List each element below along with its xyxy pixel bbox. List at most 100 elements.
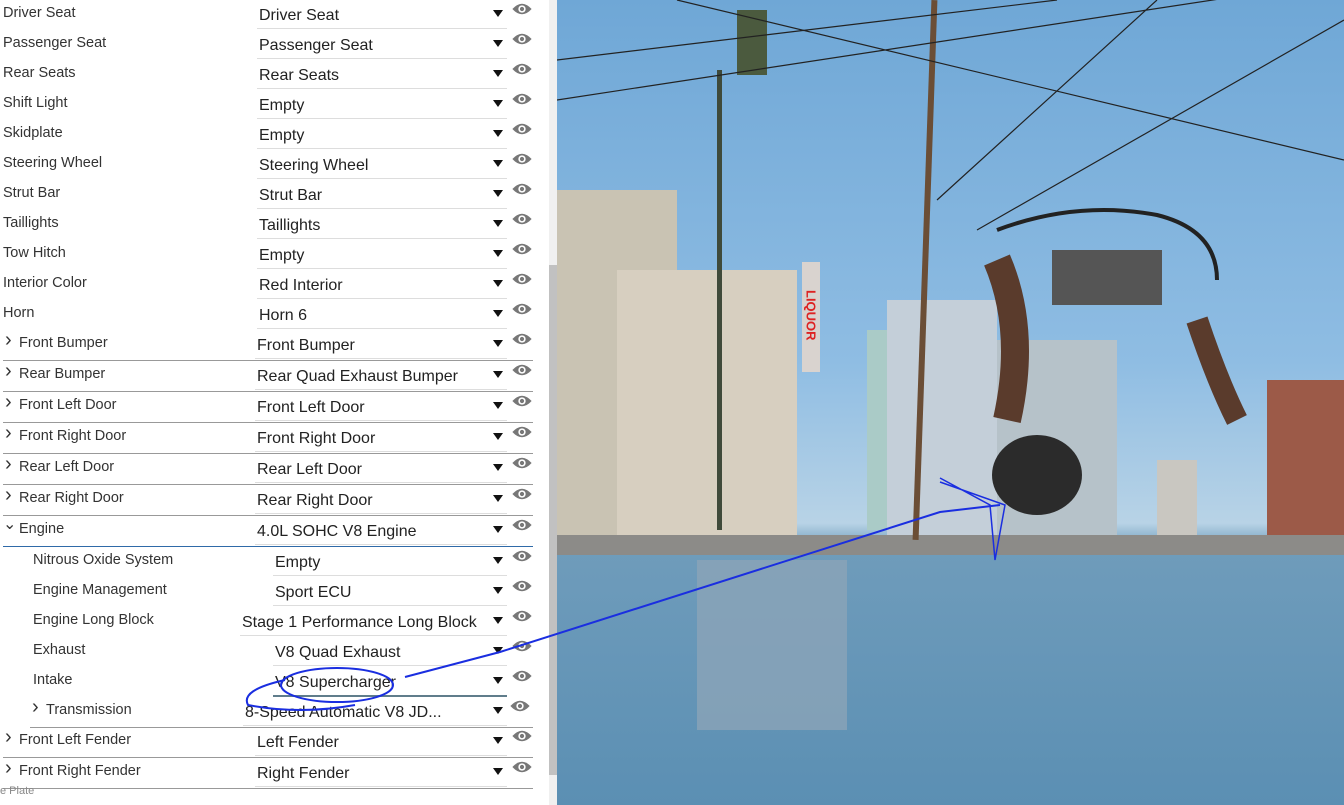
part-select[interactable]: Empty: [257, 244, 507, 269]
part-label: Rear Left Door: [19, 459, 115, 475]
part-select[interactable]: Passenger Seat: [257, 34, 507, 59]
visibility-eye-icon[interactable]: [511, 363, 533, 377]
visibility-eye-icon[interactable]: [511, 122, 533, 136]
dropdown-arrow-icon[interactable]: [493, 220, 503, 227]
dropdown-arrow-icon[interactable]: [493, 433, 503, 440]
chevron-right-icon[interactable]: ›: [5, 453, 12, 476]
dropdown-arrow-icon[interactable]: [493, 340, 503, 347]
visibility-eye-icon[interactable]: [509, 699, 531, 713]
scrollbar-thumb[interactable]: [549, 265, 557, 775]
chevron-right-icon[interactable]: ›: [5, 391, 12, 414]
dropdown-arrow-icon[interactable]: [493, 130, 503, 137]
part-select[interactable]: Driver Seat: [257, 4, 507, 29]
part-select[interactable]: Rear Left Door: [255, 458, 507, 483]
part-select[interactable]: Front Right Door: [255, 427, 507, 452]
chevron-right-icon[interactable]: ›: [5, 329, 12, 352]
dropdown-arrow-icon[interactable]: [493, 70, 503, 77]
chevron-right-icon[interactable]: ›: [32, 696, 39, 719]
selected-value: Red Interior: [259, 277, 343, 294]
part-row-front-right-fender: › Front Right Fender Right Fender: [3, 757, 533, 789]
dropdown-arrow-icon[interactable]: [493, 495, 503, 502]
visibility-eye-icon[interactable]: [511, 32, 533, 46]
part-select[interactable]: Left Fender: [255, 731, 507, 756]
visibility-eye-icon[interactable]: [511, 549, 533, 563]
dropdown-arrow-icon[interactable]: [493, 371, 503, 378]
dropdown-arrow-icon[interactable]: [493, 10, 503, 17]
visibility-eye-icon[interactable]: [511, 212, 533, 226]
dropdown-arrow-icon[interactable]: [493, 310, 503, 317]
dropdown-arrow-icon[interactable]: [493, 707, 503, 714]
part-select[interactable]: Front Bumper: [255, 334, 507, 359]
dropdown-arrow-icon[interactable]: [493, 647, 503, 654]
dropdown-arrow-icon[interactable]: [493, 100, 503, 107]
dropdown-arrow-icon[interactable]: [493, 402, 503, 409]
dropdown-arrow-icon[interactable]: [493, 464, 503, 471]
part-select[interactable]: Red Interior: [257, 274, 507, 299]
part-select[interactable]: Front Left Door: [255, 396, 507, 421]
dropdown-arrow-icon[interactable]: [493, 587, 503, 594]
part-select[interactable]: Right Fender: [255, 762, 507, 787]
part-select[interactable]: Rear Right Door: [255, 489, 507, 514]
visibility-eye-icon[interactable]: [511, 152, 533, 166]
part-select[interactable]: Empty: [257, 124, 507, 149]
part-select[interactable]: Rear Quad Exhaust Bumper: [255, 365, 507, 390]
dropdown-arrow-icon[interactable]: [493, 768, 503, 775]
dropdown-arrow-icon[interactable]: [493, 250, 503, 257]
part-select[interactable]: Sport ECU: [273, 581, 507, 606]
scrollbar[interactable]: [549, 0, 557, 805]
visibility-eye-icon[interactable]: [511, 425, 533, 439]
dropdown-arrow-icon[interactable]: [493, 737, 503, 744]
part-select[interactable]: Empty: [273, 551, 507, 576]
visibility-eye-icon[interactable]: [511, 62, 533, 76]
visibility-eye-icon[interactable]: [511, 760, 533, 774]
dropdown-arrow-icon[interactable]: [493, 677, 503, 684]
chevron-down-icon[interactable]: ⌄: [3, 514, 16, 534]
visibility-eye-icon[interactable]: [511, 639, 533, 653]
visibility-eye-icon[interactable]: [511, 302, 533, 316]
dropdown-arrow-icon[interactable]: [493, 40, 503, 47]
part-select[interactable]: 8-Speed Automatic V8 JD...: [243, 701, 507, 726]
part-label: Exhaust: [33, 642, 86, 658]
visibility-eye-icon[interactable]: [511, 182, 533, 196]
part-select[interactable]: Taillights: [257, 214, 507, 239]
part-select[interactable]: Strut Bar: [257, 184, 507, 209]
chevron-right-icon[interactable]: ›: [5, 726, 12, 749]
visibility-eye-icon[interactable]: [511, 272, 533, 286]
3d-viewport[interactable]: LIQUOR: [557, 0, 1344, 805]
part-select[interactable]: 4.0L SOHC V8 Engine: [255, 520, 507, 545]
chevron-right-icon[interactable]: ›: [5, 360, 12, 383]
part-select[interactable]: Horn 6: [257, 304, 507, 329]
selected-value: 8-Speed Automatic V8 JD...: [245, 704, 442, 721]
dropdown-arrow-icon[interactable]: [493, 617, 503, 624]
dropdown-arrow-icon[interactable]: [493, 557, 503, 564]
dropdown-arrow-icon[interactable]: [493, 280, 503, 287]
visibility-eye-icon[interactable]: [511, 669, 533, 683]
selected-value: 4.0L SOHC V8 Engine: [257, 523, 417, 540]
part-label: Front Left Fender: [19, 732, 132, 748]
dropdown-arrow-icon[interactable]: [493, 190, 503, 197]
visibility-eye-icon[interactable]: [511, 518, 533, 532]
part-select[interactable]: V8 Supercharger: [273, 671, 507, 697]
visibility-eye-icon[interactable]: [511, 394, 533, 408]
part-select[interactable]: V8 Quad Exhaust: [273, 641, 507, 666]
chevron-right-icon[interactable]: ›: [5, 484, 12, 507]
part-select[interactable]: Empty: [257, 94, 507, 119]
visibility-eye-icon[interactable]: [511, 92, 533, 106]
visibility-eye-icon[interactable]: [511, 487, 533, 501]
visibility-eye-icon[interactable]: [511, 579, 533, 593]
part-label: Interior Color: [3, 275, 87, 291]
dropdown-arrow-icon[interactable]: [493, 526, 503, 533]
visibility-eye-icon[interactable]: [511, 332, 533, 346]
visibility-eye-icon[interactable]: [511, 729, 533, 743]
chevron-right-icon[interactable]: ›: [5, 757, 12, 780]
part-row-rear-right-door: › Rear Right Door Rear Right Door: [3, 484, 533, 516]
visibility-eye-icon[interactable]: [511, 2, 533, 16]
visibility-eye-icon[interactable]: [511, 242, 533, 256]
part-select[interactable]: Rear Seats: [257, 64, 507, 89]
visibility-eye-icon[interactable]: [511, 456, 533, 470]
visibility-eye-icon[interactable]: [511, 609, 533, 623]
dropdown-arrow-icon[interactable]: [493, 160, 503, 167]
part-select[interactable]: Stage 1 Performance Long Block: [240, 611, 507, 636]
part-select[interactable]: Steering Wheel: [257, 154, 507, 179]
chevron-right-icon[interactable]: ›: [5, 422, 12, 445]
